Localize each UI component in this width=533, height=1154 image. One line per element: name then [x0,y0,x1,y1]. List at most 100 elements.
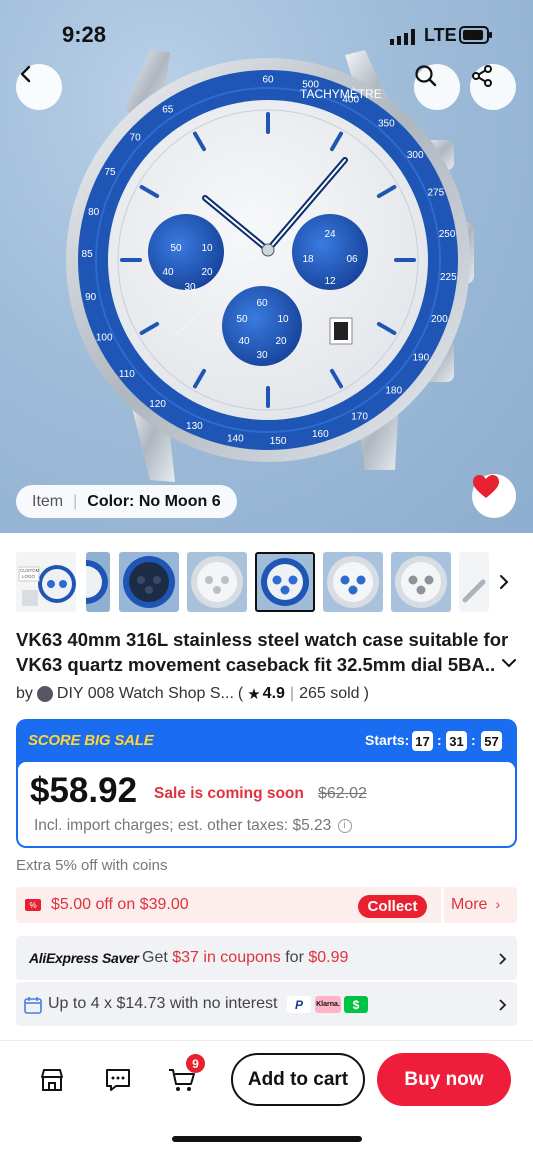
status-time: 9:28 [62,22,107,47]
thumbnail-6[interactable] [391,552,451,612]
chevron-left-icon [20,65,31,83]
bezel-number: 60 [262,75,274,86]
divider: | [289,685,295,702]
paypal-icon: P [287,996,311,1013]
bezel-number: 190 [412,353,429,364]
info-icon: i [337,818,352,833]
thumbnails-next-icon[interactable] [497,572,511,597]
calendar-icon [24,996,42,1019]
subdial-num: 06 [346,254,358,265]
product-title[interactable]: VK63 40mm 316L stainless steel watch cas… [16,627,521,677]
collect-button[interactable]: Collect [358,895,427,918]
thumbnail-1[interactable] [86,552,110,612]
chevron-right-icon: › [495,896,501,912]
import-note[interactable]: Incl. import charges; est. other taxes: … [34,817,352,835]
variant-selector[interactable]: Item | Color: No Moon 6 [16,485,237,518]
sold-count: 265 sold [299,685,360,702]
divider: | [73,492,78,510]
svg-text:LOGO: LOGO [22,574,36,579]
thumbnail-3[interactable] [187,552,247,612]
variant-value: Color: No Moon 6 [87,492,221,510]
saver-price: $0.99 [308,949,349,966]
thumbnail-0[interactable]: CUSTOM LOGO [16,552,76,612]
bezel-number: 170 [351,412,368,423]
chat-button[interactable] [102,1064,134,1096]
add-to-cart-button[interactable]: Add to cart [231,1053,365,1106]
subdial-num: 10 [201,243,213,254]
thumbnail-7[interactable] [459,552,489,612]
search-icon [415,65,437,87]
share-button[interactable] [470,64,516,110]
installment-text: Up to 4 x $14.73 with no interest [48,995,278,1012]
bezel-number: 200 [431,314,448,325]
countdown-hours: 17 [412,731,433,751]
subdial-num: 12 [324,276,336,287]
more-coupons-link[interactable]: More › [451,896,500,914]
saver-text-mid: for [285,949,304,966]
seller-name: DIY 008 Watch Shop S... [56,685,234,702]
bezel-number: 85 [82,249,94,260]
thumbnail-4-selected[interactable] [255,552,315,612]
search-button[interactable] [414,64,460,110]
countdown-sep: : [471,732,476,748]
wishlist-button[interactable] [472,474,516,518]
starts-label: Starts: [365,732,410,748]
bezel-number: 70 [130,133,142,144]
coins-note: Extra 5% off with coins [16,857,168,874]
saver-text-pre: Get [142,949,168,966]
subdial-num: 50 [170,243,182,254]
bezel-number: 150 [270,436,287,447]
subdial-num: 40 [238,336,250,347]
variant-key: Item [32,492,64,510]
thumbnail-5[interactable] [323,552,383,612]
subdial-num: 18 [302,254,314,265]
klarna-icon: Klarna. [315,996,341,1013]
paren-open: ( [237,685,244,702]
bezel-number: 120 [149,399,166,410]
svg-text:CUSTOM: CUSTOM [20,568,40,573]
chevron-right-icon [498,952,508,971]
bezel-number: 110 [119,369,135,380]
seller-prefix: by [16,685,33,702]
share-icon [472,65,492,87]
paren-close: ) [363,685,369,702]
bezel-number: 160 [312,429,329,440]
home-indicator [172,1136,362,1142]
seller-row[interactable]: by DIY 008 Watch Shop S... ( ★ 4.9 | 265… [16,685,369,703]
countdown-minutes: 31 [446,731,467,751]
bezel-number: 300 [407,150,424,161]
sale-label: SCORE BIG SALE [28,732,154,749]
bezel-number: 350 [378,119,395,130]
countdown-sep: : [437,732,442,748]
subdial-num: 30 [184,282,196,293]
buy-now-button[interactable]: Buy now [377,1053,511,1106]
bezel-number: 65 [162,105,174,116]
bezel-number: 130 [186,421,203,432]
store-button[interactable] [36,1064,68,1096]
subdial-num: 40 [162,267,174,278]
expand-title-icon[interactable] [500,656,518,674]
back-button[interactable] [16,64,62,110]
coupon-text: $5.00 off on $39.00 [51,896,189,913]
bezel-number: 225 [440,272,457,283]
bezel-number: 250 [439,229,456,240]
cashapp-icon: $ [344,996,368,1013]
bezel-number: 75 [104,167,116,178]
product-title-text: VK63 40mm 316L stainless steel watch cas… [16,629,509,675]
bezel-number: 90 [85,292,97,303]
more-label: More [451,896,488,913]
store-avatar [36,686,53,702]
bezel-number: 275 [427,188,444,199]
thumbnail-2[interactable] [119,552,179,612]
subdial-num: 24 [324,229,336,240]
coupon-icon: % [25,898,41,917]
product-image-gallery[interactable]: 60 500 400 350 300 275 250 225 200 190 180 170 160 15… [0,0,533,533]
svg-text:%: % [29,901,36,910]
bezel-number: 180 [385,386,402,397]
bezel-number: 140 [227,434,244,445]
bezel-number: 100 [96,333,113,344]
subdial-num: 20 [201,267,213,278]
countdown-seconds: 57 [481,731,502,751]
chevron-right-icon [498,998,508,1017]
saver-amount: $37 in coupons [172,949,281,966]
